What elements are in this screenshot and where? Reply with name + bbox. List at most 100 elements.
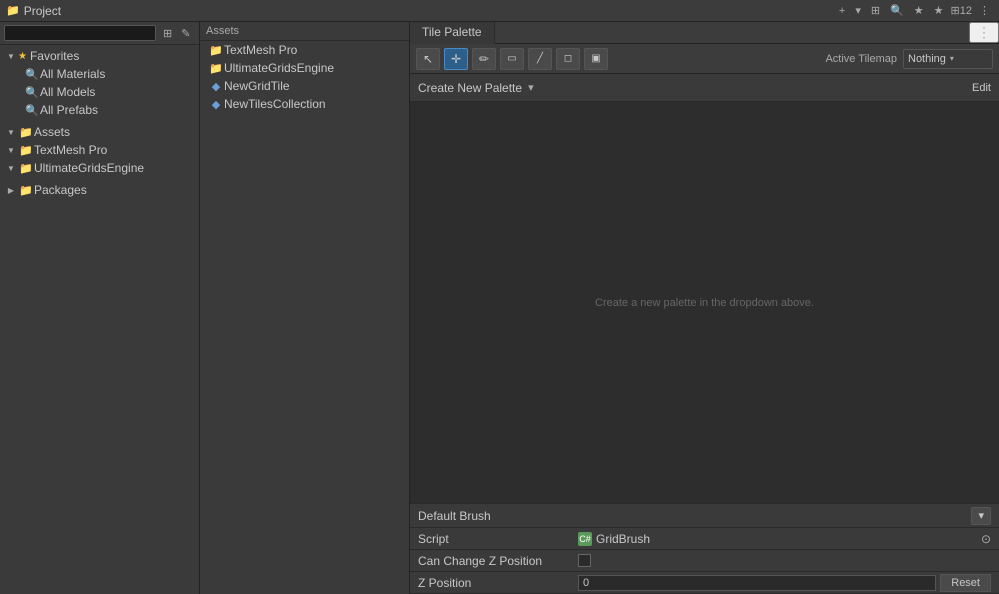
asset-icon-gridtile: ◆ bbox=[208, 80, 224, 93]
script-link-btn[interactable]: ⊙ bbox=[981, 532, 991, 546]
star-btn[interactable]: ★ bbox=[911, 3, 927, 18]
erase-icon: ◻ bbox=[564, 53, 572, 64]
textmesh-pro-label: TextMesh Pro bbox=[34, 143, 107, 157]
edit-btn[interactable]: Edit bbox=[972, 82, 991, 94]
select-tool-btn[interactable]: ↖ bbox=[416, 48, 440, 70]
folder-icon-assets: 📁 bbox=[18, 126, 34, 139]
all-prefabs-label: All Prefabs bbox=[40, 103, 98, 117]
default-brush-label: Default Brush bbox=[418, 509, 967, 523]
z-position-value: Reset bbox=[578, 574, 991, 592]
assets-section-label: Assets bbox=[206, 25, 239, 37]
props-table: Script C# GridBrush ⊙ Can Change bbox=[410, 528, 999, 594]
assets-header-section: ▼ 📁 Assets ▼ 📁 TextMesh Pro ▼ 📁 Ultimate… bbox=[0, 121, 199, 179]
star-count: ⊞12 bbox=[951, 4, 972, 17]
reset-btn[interactable]: Reset bbox=[940, 574, 991, 592]
ultimate-grids-item[interactable]: ▼ 📁 UltimateGridsEngine bbox=[0, 159, 199, 177]
favorites-header[interactable]: ▼ ★ Favorites bbox=[0, 47, 199, 65]
can-change-z-row: Can Change Z Position bbox=[410, 550, 999, 572]
top-bar-icons: + ▾ ⊞ 🔍 ★ ★ ⊞12 ⋮ bbox=[836, 3, 993, 18]
all-materials-item[interactable]: 🔍 All Materials bbox=[0, 65, 199, 83]
paint-icon: ✏ bbox=[479, 52, 489, 66]
erase-tool-btn[interactable]: ◻ bbox=[556, 48, 580, 70]
all-materials-label: All Materials bbox=[40, 67, 105, 81]
z-position-input[interactable] bbox=[578, 575, 936, 591]
fill-tool-btn[interactable]: ▣ bbox=[584, 48, 608, 70]
search-bar: ⊞ ✎ ★ ⊞12 bbox=[0, 22, 199, 45]
search-icon-models: 🔍 bbox=[24, 86, 40, 99]
rect-tool-btn[interactable]: ▭ bbox=[500, 48, 524, 70]
brush-dropdown-arrow: ▾ bbox=[978, 509, 984, 522]
packages-section: ▶ 📁 Packages bbox=[0, 179, 199, 201]
file-ultimate[interactable]: 📁 UltimateGridsEngine bbox=[200, 59, 409, 77]
folder-icon-textmesh: 📁 bbox=[18, 144, 34, 157]
picker-icon: ╱ bbox=[537, 53, 543, 64]
folder-icon-file-textmesh: 📁 bbox=[208, 44, 224, 57]
tile-palette-toolbar: ↖ ✛ ✏ ▭ ╱ ◻ bbox=[410, 44, 999, 74]
tab-tile-palette-label: Tile Palette bbox=[422, 25, 482, 39]
file-newgridtile[interactable]: ◆ NewGridTile bbox=[200, 77, 409, 95]
star-filter-btn[interactable]: ★ bbox=[931, 3, 947, 18]
file-textmesh[interactable]: 📁 TextMesh Pro bbox=[200, 41, 409, 59]
brush-dropdown-btn[interactable]: ▾ bbox=[971, 507, 991, 525]
rect-icon: ▭ bbox=[507, 53, 516, 64]
packages-header[interactable]: ▶ 📁 Packages bbox=[0, 181, 199, 199]
search-input[interactable] bbox=[4, 25, 156, 41]
search-icon-prefabs: 🔍 bbox=[24, 104, 40, 117]
create-palette-bar: Create New Palette ▾ Edit bbox=[410, 74, 999, 102]
tab-menu-btn[interactable]: ⋮ bbox=[969, 22, 999, 43]
script-name: GridBrush bbox=[596, 532, 650, 546]
filter-toggle-btn[interactable]: ✎ bbox=[178, 26, 193, 41]
right-side: Assets 📁 TextMesh Pro 📁 UltimateGridsEng… bbox=[200, 22, 999, 594]
select-icon: ↖ bbox=[423, 52, 433, 66]
tile-palette-panel: Tile Palette ⋮ ↖ ✛ ✏ bbox=[410, 22, 999, 594]
file-newtilescollection[interactable]: ◆ NewTilesCollection bbox=[200, 95, 409, 113]
move-icon: ✛ bbox=[451, 52, 461, 66]
can-change-z-label: Can Change Z Position bbox=[418, 554, 578, 568]
textmesh-pro-item[interactable]: ▼ 📁 TextMesh Pro bbox=[0, 141, 199, 159]
asset-icon-tilescollection: ◆ bbox=[208, 98, 224, 111]
all-prefabs-item[interactable]: 🔍 All Prefabs bbox=[0, 101, 199, 119]
ultimate-arrow: ▼ bbox=[4, 164, 18, 173]
more-options-btn[interactable]: ⋮ bbox=[976, 3, 993, 18]
favorites-section: ▼ ★ Favorites 🔍 All Materials 🔍 All Mode… bbox=[0, 45, 199, 121]
active-tilemap-label: Active Tilemap bbox=[825, 53, 897, 65]
tilemap-section: Active Tilemap Nothing ▾ bbox=[825, 49, 993, 69]
active-tilemap-value: Nothing bbox=[908, 53, 946, 65]
all-models-item[interactable]: 🔍 All Models bbox=[0, 83, 199, 101]
can-change-z-checkbox[interactable] bbox=[578, 554, 591, 567]
paint-tool-btn[interactable]: ✏ bbox=[472, 48, 496, 70]
top-bar: 📁 Project + ▾ ⊞ 🔍 ★ ★ ⊞12 ⋮ bbox=[0, 0, 999, 22]
textmesh-arrow: ▼ bbox=[4, 146, 18, 155]
z-position-label: Z Position bbox=[418, 576, 578, 590]
create-palette-dropdown-btn[interactable]: ▾ bbox=[528, 81, 534, 94]
search-btn[interactable]: 🔍 bbox=[887, 3, 907, 18]
folder-icon-file-ultimate: 📁 bbox=[208, 62, 224, 75]
script-cs-icon: C# bbox=[578, 532, 592, 546]
tilemap-dropdown-arrow: ▾ bbox=[950, 54, 954, 63]
create-btn[interactable]: + bbox=[836, 4, 848, 18]
can-change-z-value bbox=[578, 554, 991, 567]
picker-tool-btn[interactable]: ╱ bbox=[528, 48, 552, 70]
tab-bar: Tile Palette ⋮ bbox=[410, 22, 999, 44]
file-list-panel: Assets 📁 TextMesh Pro 📁 UltimateGridsEng… bbox=[200, 22, 410, 594]
assets-section-header: Assets bbox=[200, 22, 409, 41]
all-models-label: All Models bbox=[40, 85, 95, 99]
folder-icon-packages: 📁 bbox=[18, 184, 34, 197]
assets-arrow: ▼ bbox=[4, 128, 18, 137]
search-icon-materials: 🔍 bbox=[24, 68, 40, 81]
favorites-arrow: ▼ bbox=[4, 52, 18, 61]
active-tilemap-dropdown[interactable]: Nothing ▾ bbox=[903, 49, 993, 69]
move-tool-btn[interactable]: ✛ bbox=[444, 48, 468, 70]
layout-btn[interactable]: ⊞ bbox=[868, 3, 883, 18]
script-row: Script C# GridBrush ⊙ bbox=[410, 528, 999, 550]
fill-icon: ▣ bbox=[591, 53, 600, 64]
bottom-panel: Default Brush ▾ Script C# bbox=[410, 503, 999, 594]
star-icon: ★ bbox=[18, 51, 27, 62]
tab-tile-palette[interactable]: Tile Palette bbox=[410, 22, 495, 44]
main-layout: ⊞ ✎ ★ ⊞12 ▼ ★ Favorites 🔍 Al bbox=[0, 22, 999, 594]
packages-arrow: ▶ bbox=[4, 186, 18, 195]
filter-btn[interactable]: ▾ bbox=[852, 3, 864, 18]
script-label: Script bbox=[418, 532, 578, 546]
layout-toggle-btn[interactable]: ⊞ bbox=[160, 26, 175, 41]
assets-header[interactable]: ▼ 📁 Assets bbox=[0, 123, 199, 141]
